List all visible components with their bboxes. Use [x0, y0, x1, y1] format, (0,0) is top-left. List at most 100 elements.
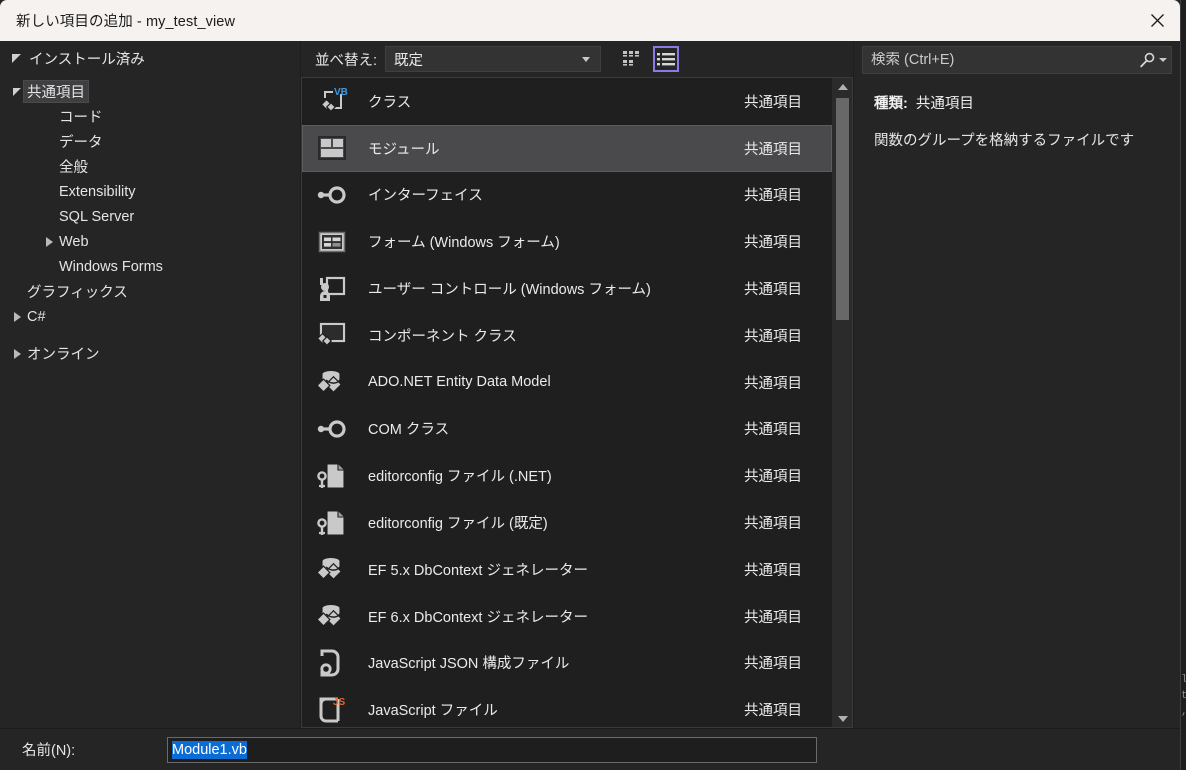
template-list-item[interactable]: editorconfig ファイル (既定) 共通項目: [302, 499, 832, 546]
sort-dropdown[interactable]: 既定: [385, 46, 602, 72]
background-text-line: [1180, 144, 1186, 160]
background-text-line: [1180, 352, 1186, 368]
sidebar-item-8[interactable]: Windows Forms: [0, 254, 300, 279]
tree-group-spacer: [0, 329, 300, 341]
scroll-down-icon[interactable]: [833, 710, 852, 727]
chevron-down-icon: [12, 53, 21, 63]
template-list-item[interactable]: JavaScript JSON 構成ファイル 共通項目: [302, 640, 832, 687]
template-list-item[interactable]: コンポーネント クラス 共通項目: [302, 312, 832, 359]
template-list-item[interactable]: ユーザー コントロール (Windows フォーム) 共通項目: [302, 265, 832, 312]
search-box[interactable]: [862, 46, 1172, 74]
template-description: 関数のグループを格納するファイルです: [874, 133, 1135, 149]
sidebar-item-online[interactable]: オンライン: [0, 341, 300, 366]
template-name: COM クラス: [368, 422, 450, 439]
template-category: 共通項目: [744, 516, 802, 533]
template-list-item[interactable]: editorconfig ファイル (.NET) 共通項目: [302, 452, 832, 499]
template-list-item[interactable]: EF 6.x DbContext ジェネレーター 共通項目: [302, 593, 832, 640]
scrollbar-thumb[interactable]: [836, 98, 849, 320]
background-text-line: [1180, 528, 1186, 544]
categories-pane: インストール済み 共通項目コードデータ全般 Extensibility SQL Se…: [0, 41, 301, 728]
sidebar-item-5[interactable]: Extensibility: [0, 179, 300, 204]
sidebar-item-label: 全般: [59, 160, 88, 176]
background-text-line: [1180, 240, 1186, 256]
sidebar-item-label: Web: [59, 233, 89, 250]
list-view-icon[interactable]: [653, 46, 680, 72]
user-control-icon: [316, 273, 348, 305]
chevron-right-icon[interactable]: [10, 348, 24, 359]
templates-list: VB クラス 共通項目 モジュール 共通項目 インターフェイス 共通項目 フォーム (…: [302, 78, 832, 727]
chevron-down-icon[interactable]: [10, 87, 24, 96]
scroll-up-icon[interactable]: [833, 78, 852, 95]
sidebar-item-7[interactable]: Web: [0, 229, 300, 254]
sort-label: 並べ替え:: [315, 52, 378, 69]
editorconfig-icon: [316, 460, 348, 492]
interface-icon: [316, 179, 348, 211]
template-kind: 種類: 共通項目: [874, 92, 1166, 113]
sidebar-item-4[interactable]: 全般: [0, 154, 300, 179]
chevron-right-icon[interactable]: [42, 236, 56, 247]
template-category: 共通項目: [744, 469, 802, 486]
template-name: モジュール: [368, 141, 440, 158]
template-list-item[interactable]: フォーム (Windows フォーム) 共通項目: [302, 218, 832, 265]
chevron-right-icon[interactable]: [10, 311, 24, 322]
background-text-line: [1180, 32, 1186, 48]
background-text-line: [1180, 416, 1186, 432]
background-text-line: [1180, 176, 1186, 192]
background-text-line: [1180, 384, 1186, 400]
background-text-line: [1180, 80, 1186, 96]
template-category: 共通項目: [744, 656, 802, 673]
sidebar-item-label: SQL Server: [59, 208, 135, 225]
templates-scrollbar[interactable]: [832, 78, 852, 727]
background-text-line: [1180, 640, 1186, 656]
template-list-item[interactable]: インターフェイス 共通項目: [302, 172, 832, 219]
sidebar-item-3[interactable]: データ: [0, 129, 300, 154]
name-input[interactable]: Module1.vb: [167, 736, 817, 763]
template-category: 共通項目: [744, 141, 802, 158]
template-name: ADO.NET Entity Data Model: [368, 374, 551, 391]
search-icon[interactable]: [1135, 52, 1167, 69]
vb-class-icon: VB: [316, 85, 348, 117]
template-list-item[interactable]: VB クラス 共通項目: [302, 78, 832, 125]
grid-view-icon[interactable]: [619, 46, 645, 72]
template-category: 共通項目: [744, 328, 802, 345]
search-input[interactable]: [871, 52, 1135, 68]
sidebar-item-label: C#: [27, 308, 46, 325]
template-list-item[interactable]: EF 5.x DbContext ジェネレーター 共通項目: [302, 546, 832, 593]
interface-icon: [316, 413, 348, 445]
sidebar-item-9[interactable]: グラフィックス: [0, 279, 300, 304]
sidebar-item-6[interactable]: SQL Server: [0, 204, 300, 229]
background-text-line: [1180, 544, 1186, 560]
dialog-title: 新しい項目の追加 - my_test_view: [16, 14, 236, 30]
background-text-line: [1180, 16, 1186, 32]
background-text-line: [1180, 128, 1186, 144]
sidebar-item-label: コード: [59, 110, 103, 126]
close-icon[interactable]: [1134, 0, 1180, 41]
template-category: 共通項目: [744, 94, 802, 111]
component-class-icon: [316, 319, 348, 351]
sidebar-item-1[interactable]: 共通項目: [0, 79, 300, 104]
template-list-item[interactable]: COM クラス 共通項目: [302, 406, 832, 453]
template-list-item[interactable]: JS JavaScript ファイル 共通項目: [302, 686, 832, 727]
template-name: editorconfig ファイル (.NET): [368, 469, 552, 486]
template-list-item[interactable]: ADO.NET Entity Data Model 共通項目: [302, 359, 832, 406]
sidebar-item-2[interactable]: コード: [0, 104, 300, 129]
background-text-line: [1180, 336, 1186, 352]
sidebar-item-10[interactable]: C#: [0, 304, 300, 329]
background-text-line: [1180, 112, 1186, 128]
background-text-line: [1180, 512, 1186, 528]
sort-dropdown-value: 既定: [394, 52, 424, 69]
background-text-line: [1180, 368, 1186, 384]
svg-text:VB: VB: [334, 87, 348, 98]
template-list-item[interactable]: モジュール 共通項目: [302, 124, 832, 172]
background-text-line: ,: [1180, 704, 1186, 720]
template-category: 共通項目: [744, 609, 802, 626]
template-category: 共通項目: [744, 188, 802, 205]
background-text-line: [1180, 560, 1186, 576]
name-label: 名前(N):: [22, 743, 76, 759]
template-name: EF 6.x DbContext ジェネレーター: [368, 609, 588, 626]
template-category: 共通項目: [744, 562, 802, 579]
template-name: コンポーネント クラス: [368, 328, 517, 345]
sidebar-item-label: オンライン: [27, 347, 100, 363]
background-text-line: l: [1181, 674, 1186, 686]
installed-header[interactable]: インストール済み: [0, 41, 300, 75]
